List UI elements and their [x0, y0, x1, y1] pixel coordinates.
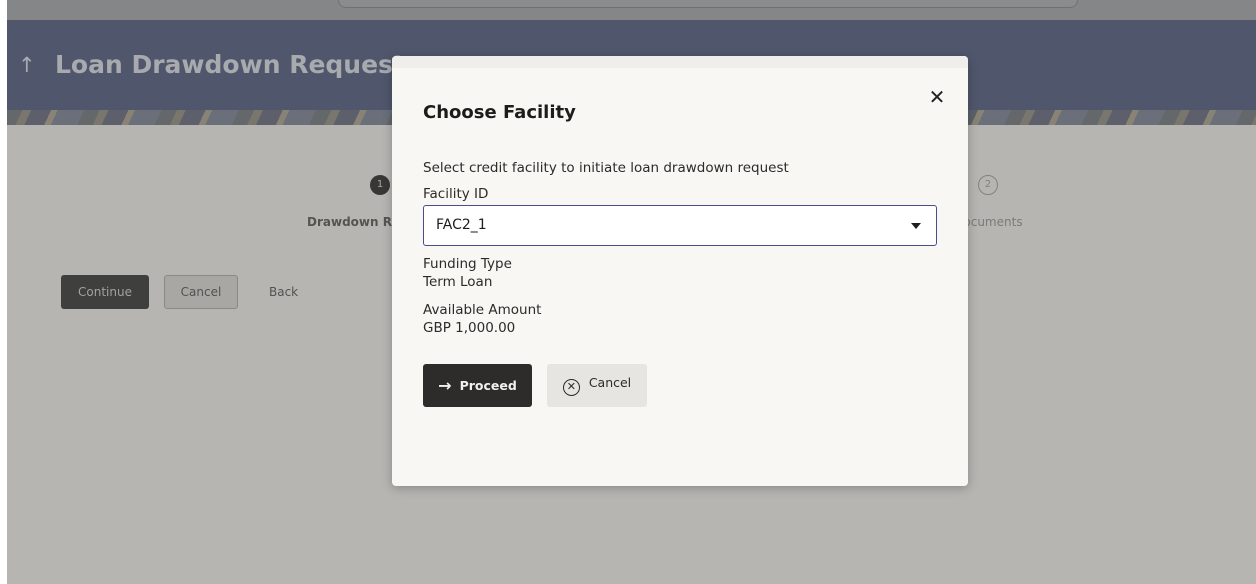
cancel-button[interactable]: ✕ Cancel: [547, 364, 647, 407]
right-arrow-icon: →: [438, 376, 452, 395]
dialog-description: Select credit facility to initiate loan …: [423, 160, 789, 176]
facility-id-label: Facility ID: [423, 186, 489, 202]
facility-id-value: FAC2_1: [436, 217, 487, 233]
choose-facility-dialog: Choose Facility ✕ Select credit facility…: [392, 56, 968, 486]
proceed-button[interactable]: → Proceed: [423, 364, 532, 407]
close-icon[interactable]: ✕: [926, 86, 948, 108]
dialog-title: Choose Facility: [423, 102, 576, 123]
cancel-label: Cancel: [588, 375, 632, 390]
available-amount-value: GBP 1,000.00: [423, 320, 516, 336]
available-amount-label: Available Amount: [423, 302, 542, 318]
proceed-label: Proceed: [459, 378, 517, 393]
cancel-circle-icon: ✕: [562, 379, 580, 396]
chevron-down-icon: [911, 223, 921, 229]
facility-id-select[interactable]: FAC2_1: [423, 205, 937, 246]
funding-type-label: Funding Type: [423, 256, 512, 272]
funding-type-value: Term Loan: [423, 274, 493, 290]
dialog-top-band: [392, 56, 968, 68]
